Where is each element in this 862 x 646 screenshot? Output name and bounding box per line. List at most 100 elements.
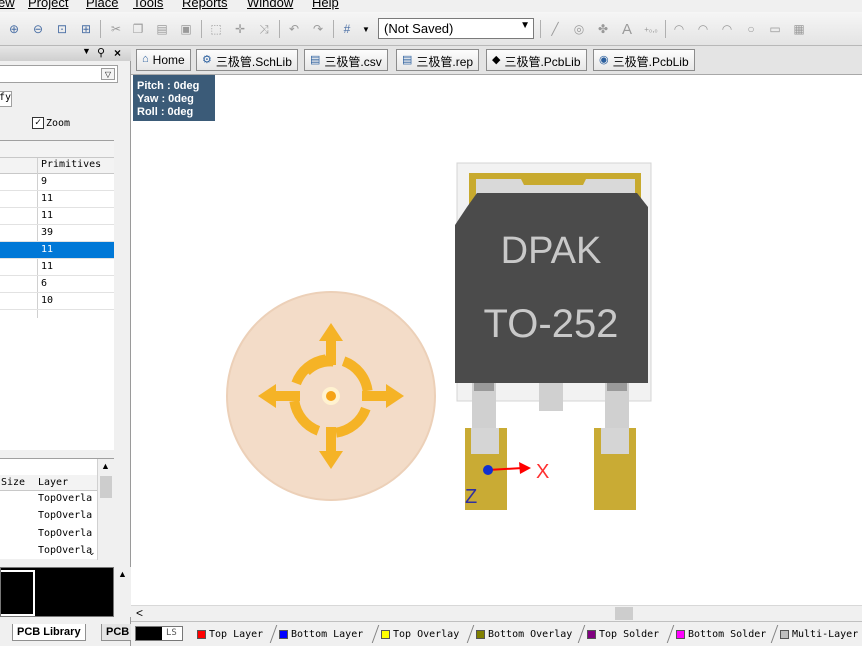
menu-reports[interactable]: Reports (182, 0, 228, 10)
pad-icon[interactable]: ◎ (571, 21, 587, 37)
fill-icon[interactable]: ▭ (767, 21, 783, 37)
move-icon[interactable]: ✛ (232, 21, 248, 37)
scroll-left-icon[interactable]: < (136, 606, 143, 620)
redo-icon[interactable]: ↷ (310, 21, 326, 37)
grid-dropdown-arrow-icon[interactable]: ▼ (358, 21, 374, 37)
tab-pcblib-1[interactable]: ◆ 三极管.PcbLib (486, 49, 587, 71)
tab-csv[interactable]: ▤ 三极管.csv (304, 49, 388, 71)
primitive-count: 39 (41, 227, 54, 238)
table-row[interactable]: 11 (0, 259, 114, 276)
arc-any-icon[interactable]: ◠ (719, 21, 735, 37)
pin-icon[interactable]: ⚲ (97, 46, 105, 59)
primitive-count: 9 (41, 176, 48, 187)
layer-name: Top Layer (209, 628, 264, 640)
layer-tab-multi-layer[interactable]: Multi-Layer (780, 626, 858, 642)
components-grid: Primitives 9 11 11 39 11 11 6 10 (0, 140, 114, 450)
zoom-option[interactable]: ✓ Zoom (32, 117, 70, 129)
array-paste-icon[interactable]: ▦ (791, 21, 807, 37)
zoom-checkbox[interactable]: ✓ (32, 117, 44, 129)
primitives-column-header[interactable]: Primitives (41, 159, 101, 170)
chevron-down-icon[interactable]: ⌄ (88, 547, 96, 558)
panel-menu-icon[interactable]: ▼ (82, 46, 91, 56)
deselect-icon[interactable]: ⤨ (256, 21, 272, 37)
via-icon[interactable]: ✤ (595, 21, 611, 37)
scroll-up-icon[interactable]: ▲ (118, 569, 127, 579)
zoom-area-icon[interactable]: ⊡ (54, 21, 70, 37)
apply-button[interactable]: fy (0, 91, 12, 107)
menu-window[interactable]: Window (247, 0, 293, 10)
table-row-selected[interactable]: 11 (0, 242, 114, 259)
layer-cell[interactable]: TopOverla (38, 528, 92, 539)
tab-pcblib-2[interactable]: ◉ 三极管.PcbLib (593, 49, 695, 71)
select-area-icon[interactable]: ⬚ (208, 21, 224, 37)
layer-color-swatch (587, 629, 596, 639)
string-icon[interactable]: A (619, 21, 635, 38)
menu-view[interactable]: ew (0, 0, 15, 10)
grid-icon[interactable]: # (339, 21, 355, 37)
table-row[interactable]: 39 (0, 225, 114, 242)
layer-tab-top-solder[interactable]: Top Solder (587, 626, 659, 642)
layer-column-header[interactable]: Layer (38, 477, 68, 488)
undo-icon[interactable]: ↶ (286, 21, 302, 37)
zoom-out-icon[interactable]: ⊖ (30, 21, 46, 37)
arc-center-icon[interactable]: ◠ (671, 21, 687, 37)
saved-view-select[interactable]: (Not Saved) ▼ (378, 18, 534, 39)
table-row[interactable]: 10 (0, 293, 114, 310)
size-column-header[interactable]: Size (1, 477, 25, 488)
layer-tab-top-overlay[interactable]: Top Overlay (381, 626, 459, 642)
horizontal-scrollbar[interactable]: < (131, 605, 862, 621)
layer-set-button[interactable]: LS (135, 626, 183, 641)
toolbar-separator (100, 20, 101, 38)
x-axis-label: X (536, 461, 549, 483)
circle-icon[interactable]: ○ (743, 21, 759, 37)
menu-place[interactable]: Place (86, 0, 119, 10)
preview-scrollbar[interactable]: ▲ (114, 567, 131, 617)
scroll-thumb[interactable] (615, 607, 633, 620)
zoom-fit-icon[interactable]: ⊞ (78, 21, 94, 37)
close-icon[interactable]: × (114, 46, 121, 60)
grid-column-header: Primitives (0, 158, 114, 174)
toolbar-separator (333, 20, 334, 38)
coordinate-icon[interactable]: +₀,₀ (643, 21, 659, 37)
table-row[interactable]: 11 (0, 191, 114, 208)
panel-tabs: PCB Library PCB (0, 624, 135, 642)
navigation-control[interactable] (226, 291, 436, 501)
mask-combo[interactable]: ▽ (0, 65, 118, 83)
layer-tab-bottom-solder[interactable]: Bottom Solder (676, 626, 766, 642)
arc-edge-icon[interactable]: ◠ (695, 21, 711, 37)
layer-tab-bottom-layer[interactable]: Bottom Layer (279, 626, 363, 642)
line-icon[interactable]: ╱ (547, 21, 563, 37)
menu-project[interactable]: Project (28, 0, 68, 10)
scroll-up-icon[interactable]: ▲ (101, 461, 110, 471)
layer-separator (666, 625, 675, 643)
scroll-thumb[interactable] (100, 476, 112, 498)
tab-home[interactable]: ⌂ Home (136, 49, 191, 71)
paste-icon[interactable]: ▤ (154, 21, 170, 37)
layer-cell[interactable]: TopOverla (38, 493, 92, 504)
pcb-3d-canvas[interactable]: Pitch : 0deg Yaw : 0deg Roll : 0deg DPAK… (131, 75, 862, 605)
chevron-down-icon[interactable]: ▽ (101, 68, 115, 80)
tab-rep[interactable]: ▤ 三极管.rep (396, 49, 480, 71)
layer-tab-top-layer[interactable]: Top Layer (197, 626, 263, 642)
table-row[interactable]: 11 (0, 208, 114, 225)
tab-pcb-library[interactable]: PCB Library (12, 624, 86, 641)
table-row[interactable]: 9 (0, 174, 114, 191)
copy-icon[interactable]: ❐ (130, 21, 146, 37)
layer-cell[interactable]: TopOverla (38, 510, 92, 521)
component-preview[interactable] (0, 567, 114, 617)
layer-color-swatch (476, 629, 485, 639)
layer-tab-bottom-overlay[interactable]: Bottom Overlay (476, 626, 572, 642)
table-row[interactable]: 6 (0, 276, 114, 293)
layer-color-swatch (676, 629, 685, 639)
tab-pcb[interactable]: PCB (101, 624, 135, 641)
chevron-down-icon: ▼ (520, 20, 530, 31)
rubber-stamp-icon[interactable]: ▣ (178, 21, 194, 37)
vertical-scrollbar[interactable]: ▲ (97, 459, 114, 560)
zoom-in-icon[interactable]: ⊕ (6, 21, 22, 37)
menu-tools[interactable]: Tools (133, 0, 163, 10)
layer-cell[interactable]: TopOverla (38, 545, 92, 556)
cut-icon[interactable]: ✂ (108, 21, 124, 37)
tab-schlib[interactable]: ⚙ 三极管.SchLib (196, 49, 298, 71)
menu-help[interactable]: Help (312, 0, 339, 10)
layer-name: Bottom Overlay (488, 628, 573, 640)
